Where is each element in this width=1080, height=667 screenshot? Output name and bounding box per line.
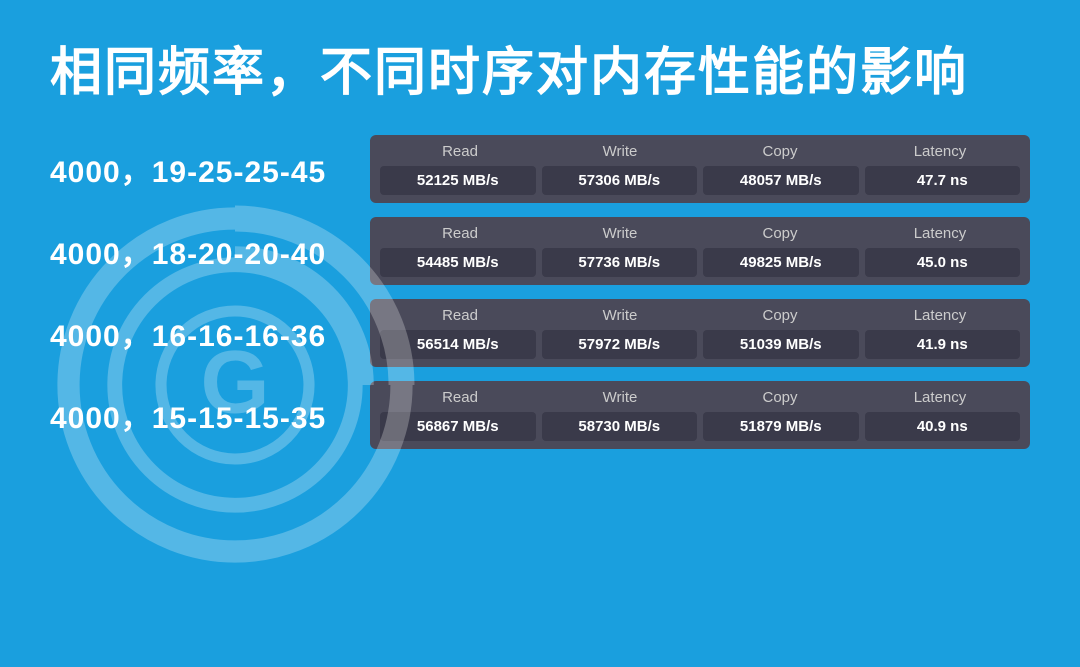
value-copy-2: 49825 MB/s [703, 248, 859, 277]
card-values-2: 54485 MB/s 57736 MB/s 49825 MB/s 45.0 ns [380, 248, 1020, 277]
card-headers-1: Read Write Copy Latency [380, 143, 1020, 160]
benchmark-row-1: 4000，19-25-25-45 Read Write Copy Latency… [50, 135, 1030, 203]
header-copy-3: Copy [700, 307, 860, 324]
card-headers-3: Read Write Copy Latency [380, 307, 1020, 324]
header-write-2: Write [540, 225, 700, 242]
header-write-1: Write [540, 143, 700, 160]
header-latency-4: Latency [860, 389, 1020, 406]
header-latency-2: Latency [860, 225, 1020, 242]
value-write-1: 57306 MB/s [542, 166, 698, 195]
value-latency-2: 45.0 ns [865, 248, 1021, 277]
benchmark-card-2: Read Write Copy Latency 54485 MB/s 57736… [370, 217, 1030, 285]
value-copy-3: 51039 MB/s [703, 330, 859, 359]
benchmark-card-1: Read Write Copy Latency 52125 MB/s 57306… [370, 135, 1030, 203]
header-copy-1: Copy [700, 143, 860, 160]
header-latency-1: Latency [860, 143, 1020, 160]
card-values-1: 52125 MB/s 57306 MB/s 48057 MB/s 47.7 ns [380, 166, 1020, 195]
card-headers-2: Read Write Copy Latency [380, 225, 1020, 242]
header-latency-3: Latency [860, 307, 1020, 324]
value-write-4: 58730 MB/s [542, 412, 698, 441]
benchmark-card-3: Read Write Copy Latency 56514 MB/s 57972… [370, 299, 1030, 367]
value-write-3: 57972 MB/s [542, 330, 698, 359]
header-read-1: Read [380, 143, 540, 160]
value-latency-3: 41.9 ns [865, 330, 1021, 359]
value-read-1: 52125 MB/s [380, 166, 536, 195]
header-write-4: Write [540, 389, 700, 406]
card-values-3: 56514 MB/s 57972 MB/s 51039 MB/s 41.9 ns [380, 330, 1020, 359]
value-latency-1: 47.7 ns [865, 166, 1021, 195]
card-values-4: 56867 MB/s 58730 MB/s 51879 MB/s 40.9 ns [380, 412, 1020, 441]
header-write-3: Write [540, 307, 700, 324]
value-copy-1: 48057 MB/s [703, 166, 859, 195]
watermark: G [50, 200, 420, 570]
header-copy-2: Copy [700, 225, 860, 242]
value-write-2: 57736 MB/s [542, 248, 698, 277]
card-headers-4: Read Write Copy Latency [380, 389, 1020, 406]
value-latency-4: 40.9 ns [865, 412, 1021, 441]
svg-text:G: G [200, 333, 269, 432]
header-copy-4: Copy [700, 389, 860, 406]
title: 相同频率，不同时序对内存性能的影响 [0, 0, 1080, 125]
row-label-1: 4000，19-25-25-45 [50, 147, 340, 191]
benchmark-card-4: Read Write Copy Latency 56867 MB/s 58730… [370, 381, 1030, 449]
value-copy-4: 51879 MB/s [703, 412, 859, 441]
